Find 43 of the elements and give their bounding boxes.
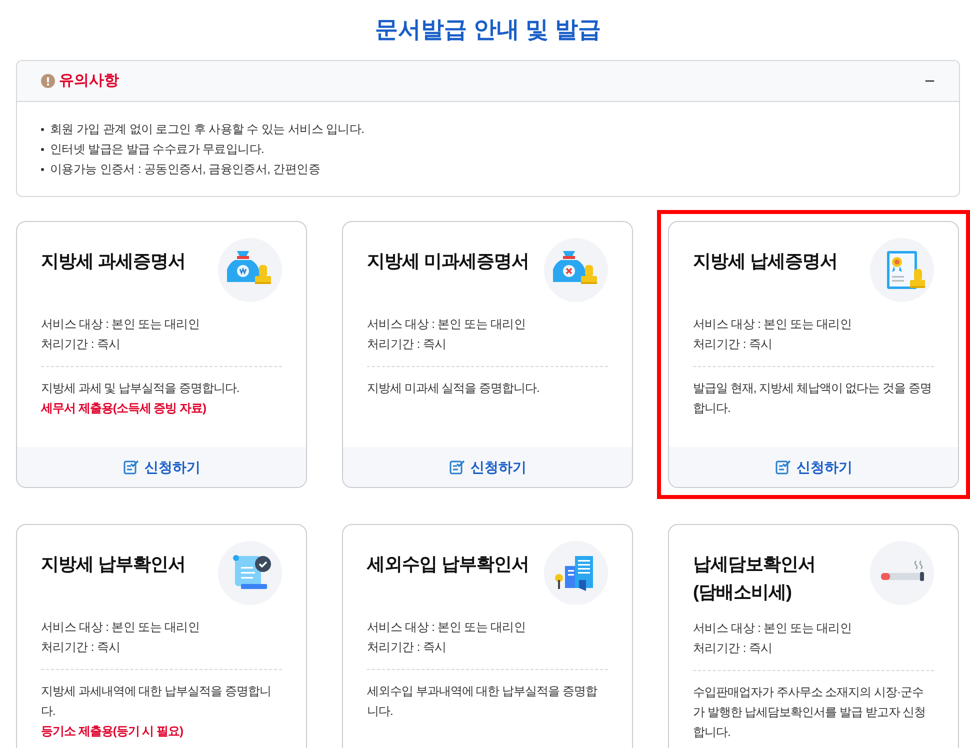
notice-header[interactable]: 유의사항 − (17, 61, 959, 102)
card-title: 지방세 납세증명서 (693, 250, 838, 273)
info-text: 처리기간 : 즉시 (367, 336, 448, 353)
checklist-icon (774, 459, 790, 475)
card-description: 수입판매업자가 주사무소 소재지의 시장·군수가 발행한 납세담보확인서를 발급 받고자 신청합니다. (693, 684, 927, 741)
info-text: 처리기간 : 즉시 (41, 336, 122, 353)
card-title: 지방세 납부확인서 (41, 553, 186, 576)
info-text: 처리기간 : 즉시 (367, 639, 448, 656)
notice-item: 회원 가입 관계 없이 로그인 후 사용할 수 있는 서비스 입니다. (50, 121, 364, 138)
info-text: 처리기간 : 즉시 (693, 336, 774, 353)
notice-item: 인터넷 발급은 발급 수수료가 무료입니다. (50, 141, 264, 158)
card-note: 등기소 제출용(등기 시 필요) (41, 723, 184, 740)
checklist-icon (122, 459, 138, 475)
collapse-toggle[interactable]: − (924, 68, 935, 94)
info-text: 서비스 대상 : 본인 또는 대리인 (693, 316, 853, 333)
info-text: 서비스 대상 : 본인 또는 대리인 (41, 619, 201, 636)
card-title: 세외수입 납부확인서 (367, 553, 530, 576)
card-description: 지방세 과세 및 납부실적을 증명합니다. (41, 380, 240, 397)
card-description: 세외수입 부과내역에 대한 납부실적을 증명합니다. (367, 683, 598, 720)
info-text: 처리기간 : 즉시 (693, 640, 774, 657)
info-text: 서비스 대상 : 본인 또는 대리인 (367, 316, 527, 333)
info-text: 서비스 대상 : 본인 또는 대리인 (41, 316, 201, 333)
card-description: 발급일 현재, 지방세 체납액이 없다는 것을 증명합니다. (693, 380, 932, 417)
info-text: 처리기간 : 즉시 (41, 639, 122, 656)
apply-button[interactable]: 신청하기 (669, 447, 958, 487)
card-note: 세무서 제출용(소득세 증빙 자료) (41, 400, 207, 417)
apply-button[interactable]: 신청하기 (343, 447, 632, 487)
page-title: 문서발급 안내 및 발급 (374, 15, 602, 44)
card-title: 지방세 미과세증명서 (367, 250, 530, 273)
notice-item: 이용가능 인증서 : 공동인증서, 금융인증서, 간편인증 (50, 161, 320, 178)
bullet-icon (41, 168, 44, 170)
notice-title: 유의사항 (59, 70, 119, 91)
card-title: 지방세 과세증명서 (41, 250, 186, 273)
bullet-icon (41, 128, 44, 130)
card-description: 지방세 과세내역에 대한 납부실적을 증명합니다. (41, 683, 272, 720)
info-text: 서비스 대상 : 본인 또는 대리인 (693, 620, 853, 637)
card-title: 납세담보확인서 (담배소비세) (693, 553, 816, 604)
card-description: 지방세 미과세 실적을 증명합니다. (367, 380, 540, 397)
bullet-icon (41, 148, 44, 150)
alert-icon (41, 74, 55, 88)
checklist-icon (448, 459, 464, 475)
info-text: 서비스 대상 : 본인 또는 대리인 (367, 619, 527, 636)
apply-button[interactable]: 신청하기 (17, 447, 306, 487)
